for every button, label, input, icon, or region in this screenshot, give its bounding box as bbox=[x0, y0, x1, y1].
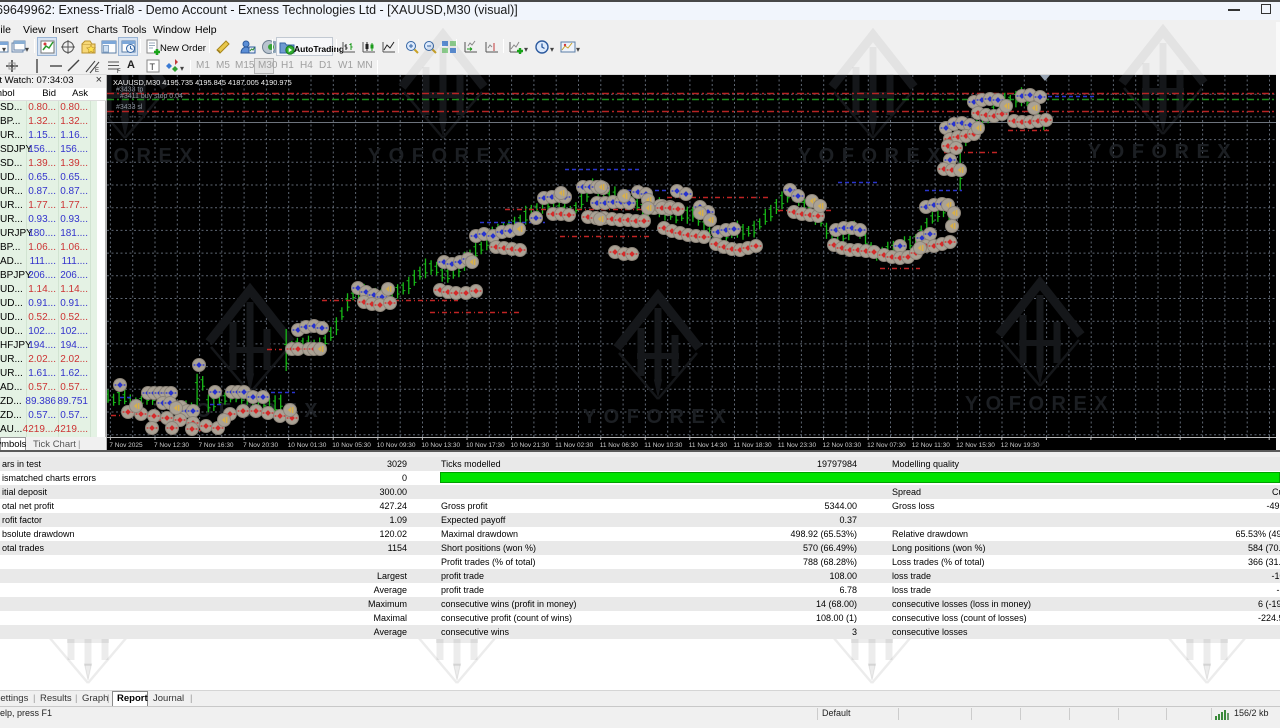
svg-text:T: T bbox=[150, 62, 156, 72]
svg-text:11 Nov 10:30: 11 Nov 10:30 bbox=[644, 442, 683, 449]
svg-text:11 Nov 23:30: 11 Nov 23:30 bbox=[778, 442, 817, 449]
svg-text:7 Nov 20:30: 7 Nov 20:30 bbox=[243, 442, 278, 449]
svg-text:#3433 sl: #3433 sl bbox=[116, 104, 143, 111]
svg-text:12 Nov 19:30: 12 Nov 19:30 bbox=[1001, 442, 1040, 449]
svg-text:11 Nov 06:30: 11 Nov 06:30 bbox=[600, 442, 639, 449]
svg-text:11 Nov 18:30: 11 Nov 18:30 bbox=[733, 442, 772, 449]
svg-text:F: F bbox=[117, 69, 121, 74]
svg-text:#3411 buy stop 0.04: #3411 buy stop 0.04 bbox=[120, 93, 183, 100]
svg-text:YOFOREX: YOFOREX bbox=[798, 145, 948, 167]
svg-text:YOFOREX: YOFOREX bbox=[965, 393, 1115, 415]
svg-text:12 Nov 03:30: 12 Nov 03:30 bbox=[823, 442, 862, 449]
svg-text:10 Nov 17:30: 10 Nov 17:30 bbox=[466, 442, 505, 449]
svg-text:YOFOREX: YOFOREX bbox=[583, 406, 733, 428]
svg-text:11 Nov 14:30: 11 Nov 14:30 bbox=[689, 442, 728, 449]
svg-text:7 Nov 2025: 7 Nov 2025 bbox=[109, 442, 143, 449]
svg-text:12 Nov 07:30: 12 Nov 07:30 bbox=[867, 442, 906, 449]
svg-text:10 Nov 21:30: 10 Nov 21:30 bbox=[511, 442, 550, 449]
svg-text:11 Nov 02:30: 11 Nov 02:30 bbox=[555, 442, 594, 449]
svg-text:10 Nov 05:30: 10 Nov 05:30 bbox=[332, 442, 371, 449]
svg-text:7 Nov 12:30: 7 Nov 12:30 bbox=[154, 442, 189, 449]
svg-text:12 Nov 15:30: 12 Nov 15:30 bbox=[956, 442, 995, 449]
svg-text:12 Nov 11:30: 12 Nov 11:30 bbox=[912, 442, 951, 449]
svg-text:YOFOREX: YOFOREX bbox=[368, 145, 518, 167]
svg-text:YOFOREX: YOFOREX bbox=[107, 145, 200, 167]
svg-text:10 Nov 01:30: 10 Nov 01:30 bbox=[288, 442, 327, 449]
svg-text:YOFOREX: YOFOREX bbox=[1088, 141, 1238, 163]
svg-text:10 Nov 13:30: 10 Nov 13:30 bbox=[421, 442, 460, 449]
svg-text:10 Nov 09:30: 10 Nov 09:30 bbox=[377, 442, 416, 449]
svg-text:7 Nov 16:30: 7 Nov 16:30 bbox=[199, 442, 234, 449]
